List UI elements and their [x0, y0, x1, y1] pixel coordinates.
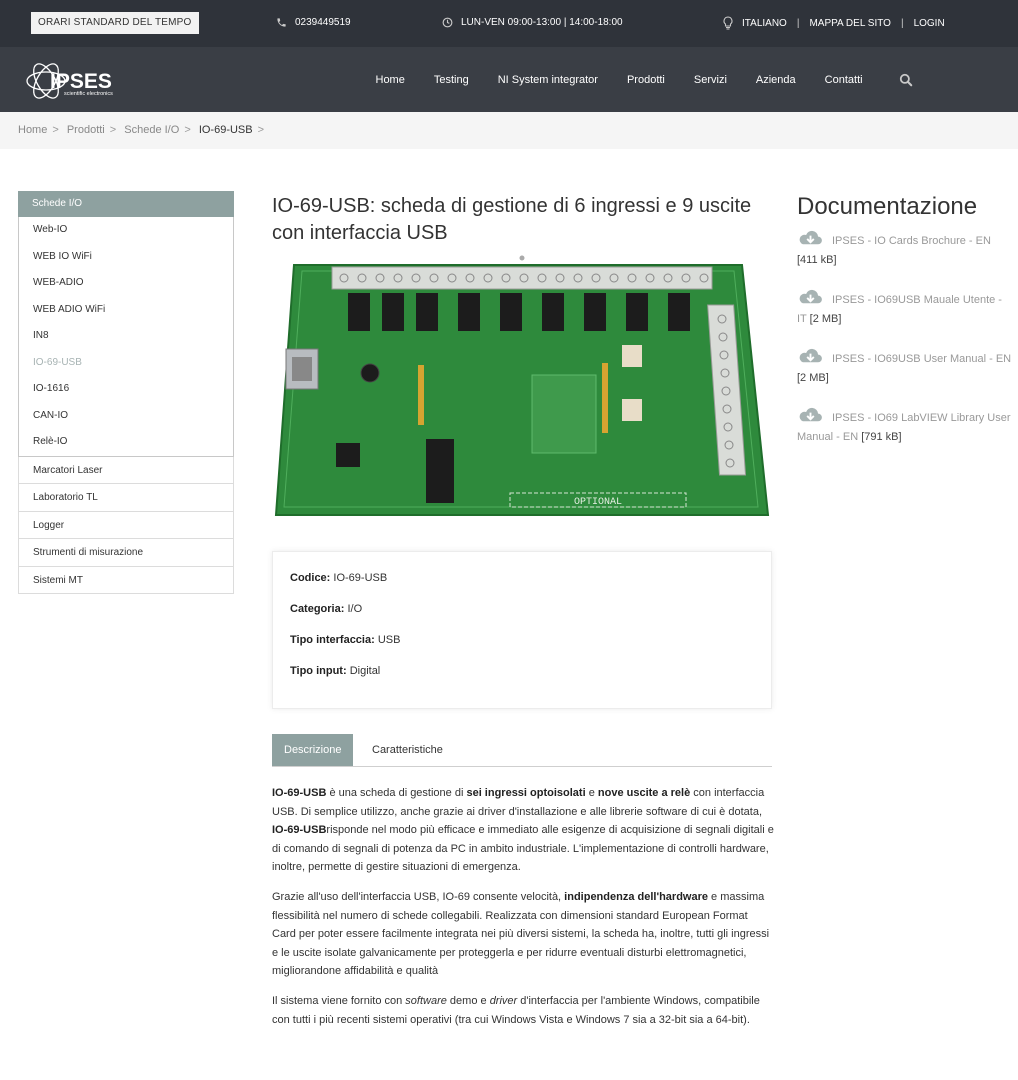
- description-paragraph: Il sistema viene fornito con software de…: [272, 994, 760, 1026]
- sidebar-item-web-adio[interactable]: WEB-ADIO: [19, 270, 233, 297]
- sidebar-item-schede-io[interactable]: Schede I/O: [18, 191, 234, 217]
- cloud-download-icon: [799, 230, 822, 245]
- page-title: IO-69-USB: scheda di gestione di 6 ingre…: [272, 195, 752, 244]
- breadcrumb-home[interactable]: Home: [18, 124, 47, 136]
- cloud-download-icon: [799, 289, 822, 304]
- tab-caratteristiche[interactable]: Caratteristiche: [360, 734, 455, 766]
- sidebar-item-sistemi-mt[interactable]: Sistemi MT: [18, 566, 234, 594]
- product-specs: Codice: IO-69-USB Categoria: I/O Tipo in…: [272, 551, 772, 709]
- nav-home[interactable]: Home: [361, 74, 419, 86]
- doc-link-manual-en[interactable]: IPSES - IO69USB User Manual - EN [2 MB]: [797, 347, 1012, 388]
- pcb-optional-label: OPTIONAL: [574, 497, 622, 508]
- nav-contatti[interactable]: Contatti: [810, 74, 877, 86]
- phone-contact[interactable]: 0239449519: [276, 17, 351, 28]
- nav-testing[interactable]: Testing: [419, 74, 483, 86]
- product-image: OPTIONAL: [274, 255, 770, 516]
- language-link[interactable]: ITALIANO: [742, 18, 787, 29]
- spec-codice: Codice: IO-69-USB: [290, 572, 388, 584]
- nav-prodotti[interactable]: Prodotti: [612, 74, 679, 86]
- logo-name: IPSES: [50, 70, 112, 93]
- main-navbar: IPSES scientific electronics Home Testin…: [0, 47, 1018, 112]
- documentation-panel: Documentazione IPSES - IO Cards Brochure…: [797, 193, 1012, 465]
- tab-descrizione[interactable]: Descrizione: [272, 734, 354, 766]
- sidebar-item-marcatori-laser[interactable]: Marcatori Laser: [18, 456, 234, 484]
- top-bar: ORARI STANDARD DEL TEMPO 0239449519 LUN-…: [0, 0, 1018, 47]
- doc-link-brochure[interactable]: IPSES - IO Cards Brochure - EN [411 kB]: [797, 229, 1012, 270]
- product-description: IO-69-USB è una scheda di gestione di se…: [272, 784, 774, 1040]
- nav-ni-system-integrator[interactable]: NI System integrator: [483, 74, 612, 86]
- spec-tipo-interfaccia: Tipo interfaccia: USB: [290, 634, 401, 646]
- sidebar-item-rele-io[interactable]: Relè-IO: [19, 429, 233, 456]
- breadcrumb-schede-io[interactable]: Schede I/O: [124, 124, 179, 136]
- top-links: ITALIANO | MAPPA DEL SITO | LOGIN: [722, 16, 945, 30]
- main-menu: Home Testing NI System integrator Prodot…: [361, 47, 913, 112]
- sidebar-item-strumenti[interactable]: Strumenti di misurazione: [18, 539, 234, 567]
- sidebar-item-io-1616[interactable]: IO-1616: [19, 376, 233, 403]
- sidebar-submenu: Web-IO WEB IO WiFi WEB-ADIO WEB ADIO WiF…: [18, 217, 234, 457]
- product-sidebar: Schede I/O Web-IO WEB IO WiFi WEB-ADIO W…: [18, 191, 234, 594]
- sitemap-link[interactable]: MAPPA DEL SITO: [809, 18, 891, 29]
- sidebar-item-web-io-wifi[interactable]: WEB IO WiFi: [19, 244, 233, 271]
- hours-badge[interactable]: ORARI STANDARD DEL TEMPO: [31, 12, 199, 34]
- phone-number: 0239449519: [295, 17, 351, 28]
- login-link[interactable]: LOGIN: [914, 18, 945, 29]
- opening-hours: LUN-VEN 09:00-13:00 | 14:00-18:00: [442, 17, 623, 28]
- clock-icon: [442, 17, 453, 28]
- breadcrumb-prodotti[interactable]: Prodotti: [67, 124, 105, 136]
- cloud-download-icon: [799, 407, 822, 422]
- nav-servizi[interactable]: Servizi: [679, 74, 741, 86]
- spec-tipo-input: Tipo input: Digital: [290, 665, 381, 677]
- ipses-logo[interactable]: IPSES scientific electronics: [24, 61, 144, 101]
- sidebar-item-web-io[interactable]: Web-IO: [19, 217, 233, 244]
- hours-text: LUN-VEN 09:00-13:00 | 14:00-18:00: [461, 17, 623, 28]
- product-tabs: Descrizione Caratteristiche: [272, 734, 772, 767]
- spec-categoria: Categoria: I/O: [290, 603, 363, 615]
- breadcrumb: Home > Prodotti > Schede I/O > IO-69-USB >: [0, 112, 1018, 149]
- sidebar-item-in8[interactable]: IN8: [19, 323, 233, 350]
- cloud-download-icon: [799, 348, 822, 363]
- phone-icon: [277, 18, 286, 27]
- logo-tagline: scientific electronics: [64, 91, 113, 97]
- doc-link-manuale-it[interactable]: IPSES - IO69USB Mauale Utente - IT [2 MB…: [797, 288, 1012, 329]
- sidebar-item-io-69-usb[interactable]: IO-69-USB: [19, 350, 233, 377]
- sidebar-item-can-io[interactable]: CAN-IO: [19, 403, 233, 430]
- doc-link-labview[interactable]: IPSES - IO69 LabVIEW Library User Manual…: [797, 406, 1012, 447]
- sidebar-item-logger[interactable]: Logger: [18, 511, 234, 539]
- description-paragraph: IO-69-USB è una scheda di gestione di se…: [272, 787, 774, 874]
- documentation-title: Documentazione: [797, 193, 978, 220]
- breadcrumb-current: IO-69-USB: [198, 124, 253, 136]
- sidebar-item-laboratorio-tl[interactable]: Laboratorio TL: [18, 484, 234, 512]
- nav-azienda[interactable]: Azienda: [741, 74, 810, 86]
- sidebar-item-web-adio-wifi[interactable]: WEB ADIO WiFi: [19, 297, 233, 324]
- description-paragraph: Grazie all'uso dell'interfaccia USB, IO-…: [272, 890, 770, 978]
- search-icon[interactable]: [899, 73, 913, 87]
- lightbulb-icon: [723, 16, 733, 30]
